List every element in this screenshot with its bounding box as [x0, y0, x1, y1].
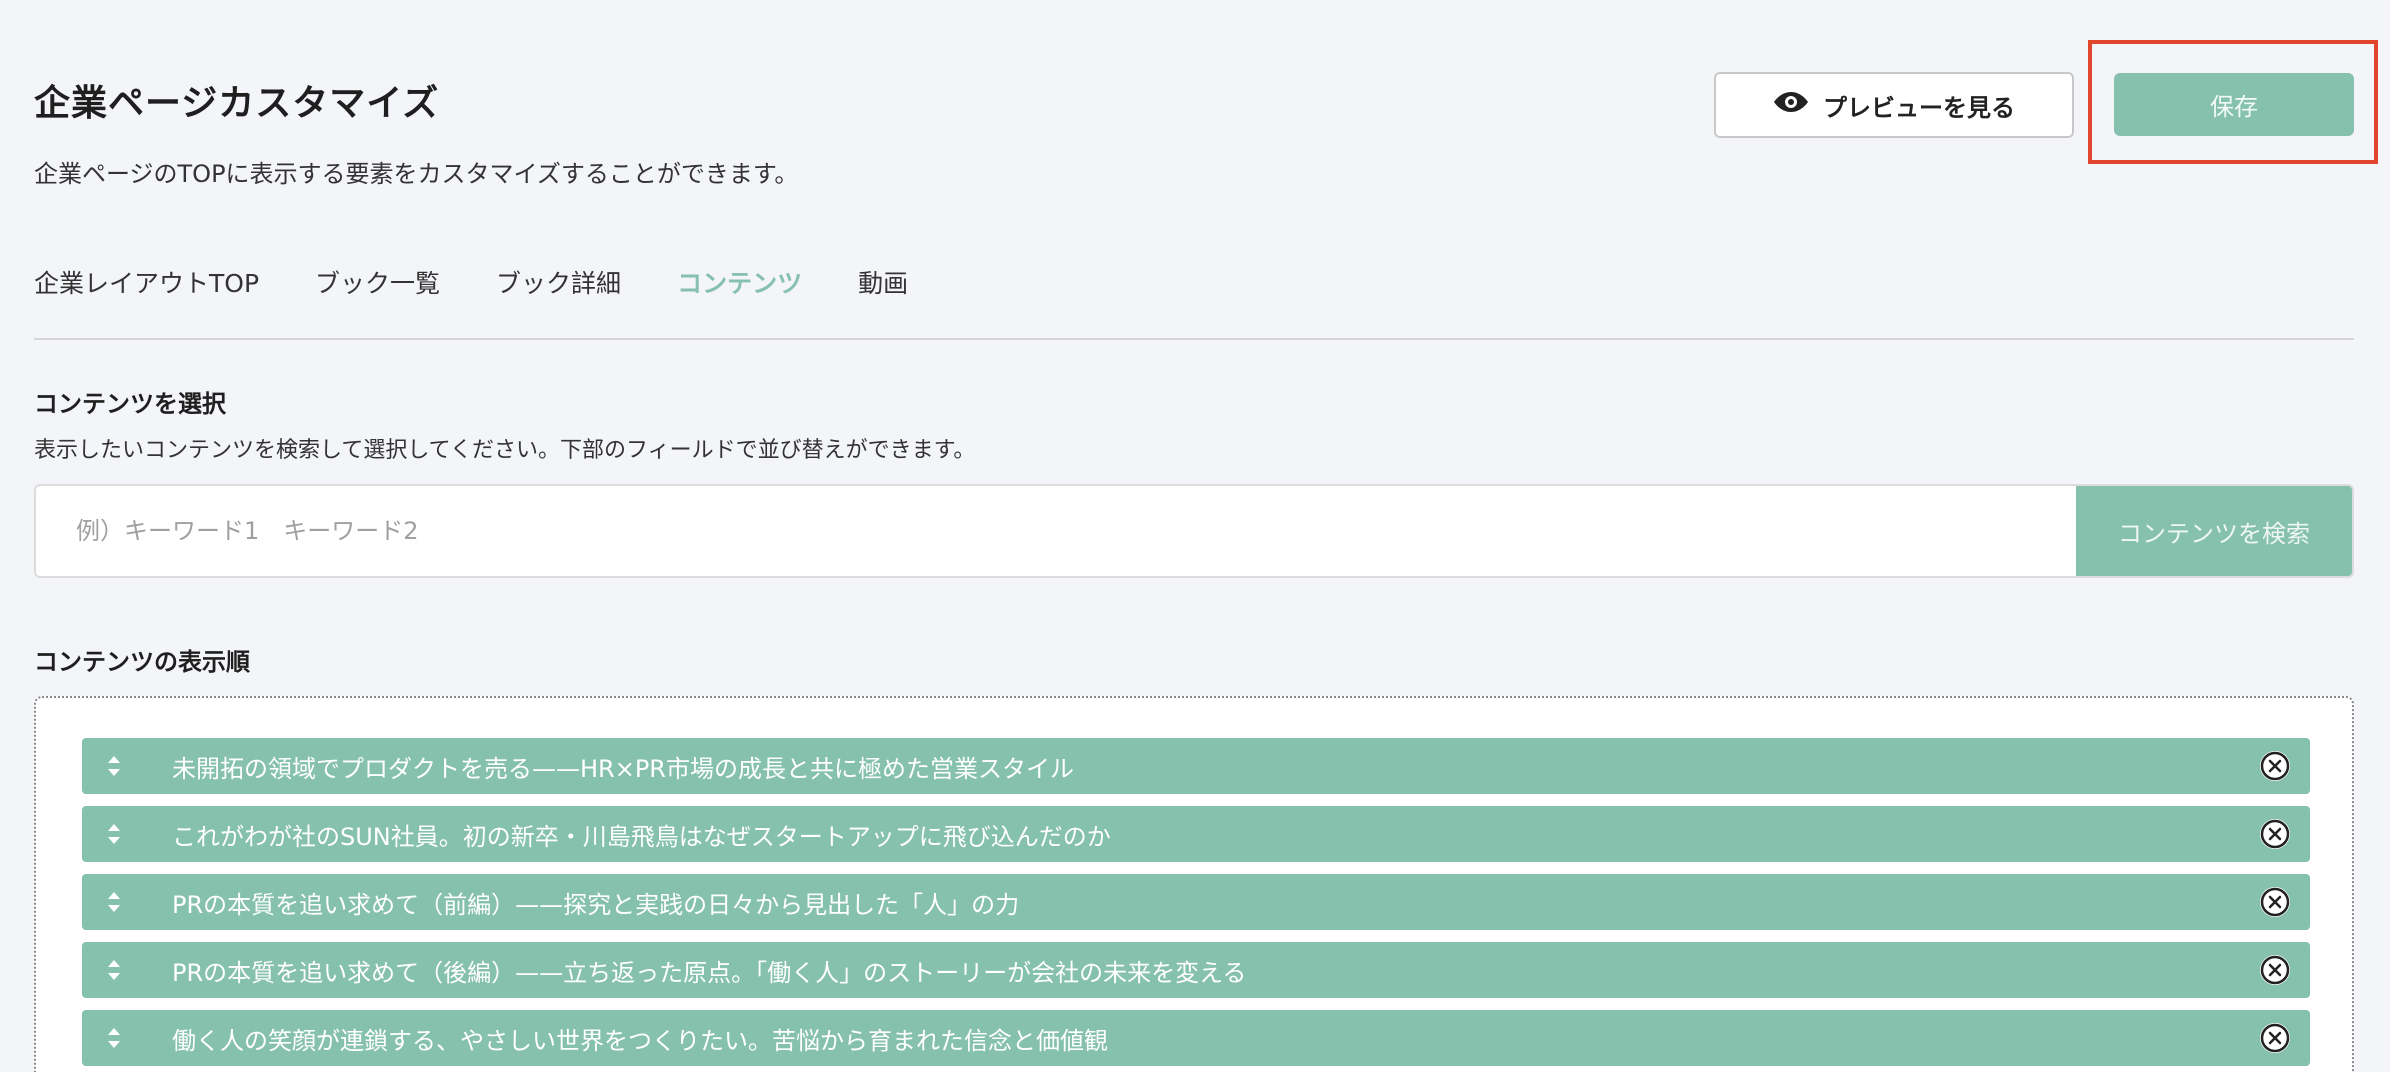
tab-contents[interactable]: コンテンツ [677, 264, 802, 304]
content-search-input[interactable] [36, 486, 2076, 576]
tab-book-detail[interactable]: ブック詳細 [496, 264, 621, 304]
close-circle-icon[interactable] [2260, 819, 2290, 849]
select-section-description: 表示したいコンテンツを検索して選択してください。下部のフィールドで並び替えができ… [34, 438, 976, 463]
page: 企業ページカスタマイズ 企業ページのTOPに表示する要素をカスタマイズすることが… [0, 0, 2390, 1072]
preview-button-label: プレビューを見る [1823, 94, 2015, 122]
list-item-title: 未開拓の領域でプロダクトを売る——HR×PR市場の成長と共に極めた営業スタイル [172, 754, 1074, 783]
sort-arrows-icon[interactable] [104, 889, 124, 915]
close-circle-icon[interactable] [2260, 751, 2290, 781]
page-description: 企業ページのTOPに表示する要素をカスタマイズすることができます。 [34, 160, 799, 188]
content-search-box: コンテンツを検索 [34, 484, 2354, 578]
tab-company-layout-top[interactable]: 企業レイアウトTOP [34, 264, 259, 304]
content-order-field: 未開拓の領域でプロダクトを売る——HR×PR市場の成長と共に極めた営業スタイル … [34, 696, 2354, 1072]
list-item-title: PRの本質を追い求めて（後編）——立ち返った原点。「働く人」のストーリーが会社の… [172, 958, 1247, 987]
sort-arrows-icon[interactable] [104, 957, 124, 983]
content-order-list: 未開拓の領域でプロダクトを売る——HR×PR市場の成長と共に極めた営業スタイル … [82, 738, 2310, 1066]
tab-video[interactable]: 動画 [858, 264, 908, 304]
list-item-title: PRの本質を追い求めて（前編）——探究と実践の日々から見出した「人」の力 [172, 890, 1020, 919]
list-item[interactable]: PRの本質を追い求めて（後編）——立ち返った原点。「働く人」のストーリーが会社の… [82, 942, 2310, 998]
page-title: 企業ページカスタマイズ [34, 83, 440, 124]
save-button[interactable]: 保存 [2114, 73, 2354, 136]
tab-bar: 企業レイアウトTOP ブック一覧 ブック詳細 コンテンツ 動画 [34, 264, 908, 304]
list-item-title: 働く人の笑顔が連鎖する、やさしい世界をつくりたい。苦悩から育まれた信念と価値観 [172, 1026, 1108, 1055]
list-item[interactable]: 働く人の笑顔が連鎖する、やさしい世界をつくりたい。苦悩から育まれた信念と価値観 [82, 1010, 2310, 1066]
list-item-title: これがわが社のSUN社員。初の新卒・川島飛鳥はなぜスタートアップに飛び込んだのか [172, 822, 1111, 851]
order-section-title: コンテンツの表示順 [34, 648, 250, 676]
list-item[interactable]: PRの本質を追い求めて（前編）——探究と実践の日々から見出した「人」の力 [82, 874, 2310, 930]
sort-arrows-icon[interactable] [104, 1025, 124, 1051]
preview-button[interactable]: プレビューを見る [1714, 72, 2074, 138]
close-circle-icon[interactable] [2260, 887, 2290, 917]
tabs-divider [34, 338, 2354, 340]
list-item[interactable]: これがわが社のSUN社員。初の新卒・川島飛鳥はなぜスタートアップに飛び込んだのか [82, 806, 2310, 862]
sort-arrows-icon[interactable] [104, 753, 124, 779]
tab-book-list[interactable]: ブック一覧 [315, 264, 440, 304]
close-circle-icon[interactable] [2260, 955, 2290, 985]
content-search-button[interactable]: コンテンツを検索 [2076, 486, 2352, 576]
list-item[interactable]: 未開拓の領域でプロダクトを売る——HR×PR市場の成長と共に極めた営業スタイル [82, 738, 2310, 794]
eye-icon [1773, 90, 1809, 121]
close-circle-icon[interactable] [2260, 1023, 2290, 1053]
sort-arrows-icon[interactable] [104, 821, 124, 847]
select-section-title: コンテンツを選択 [34, 390, 226, 418]
